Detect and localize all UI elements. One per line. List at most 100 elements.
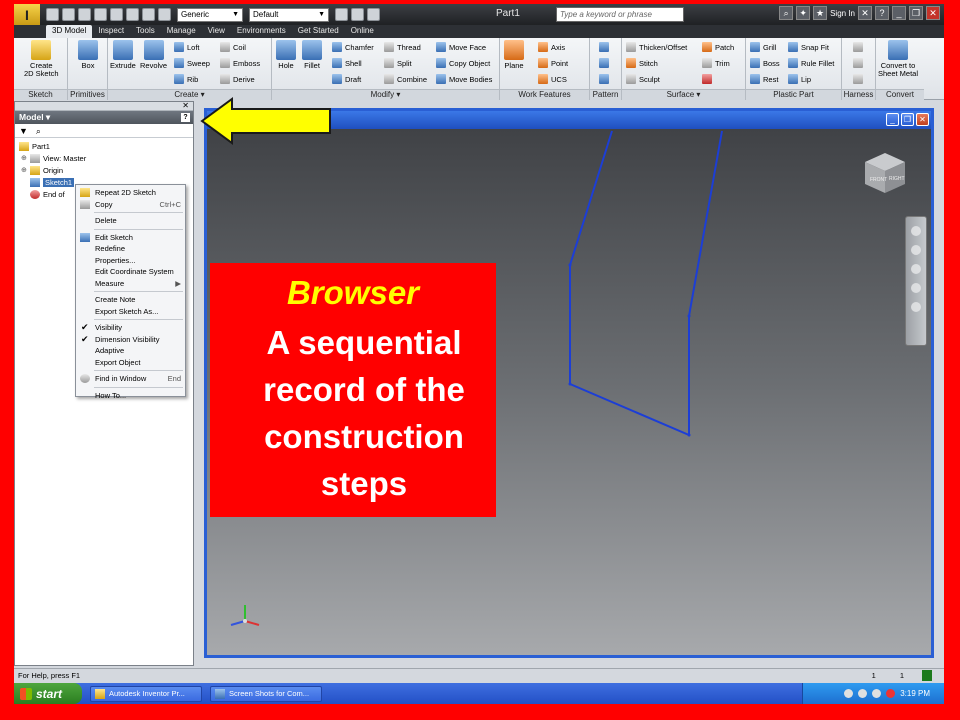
grill-button[interactable]: Grill bbox=[750, 42, 776, 52]
rule-fillet-button[interactable]: Rule Fillet bbox=[788, 58, 834, 68]
menu-item-properties[interactable]: Properties... bbox=[76, 255, 185, 267]
tab-get-started[interactable]: Get Started bbox=[292, 25, 345, 38]
pan-icon[interactable] bbox=[911, 245, 921, 255]
rectangular-pattern-button[interactable] bbox=[599, 42, 612, 52]
clock[interactable]: 3:19 PM bbox=[900, 689, 930, 698]
help-icon[interactable]: ? bbox=[181, 113, 190, 122]
clear-override-icon[interactable] bbox=[335, 8, 348, 21]
thread-button[interactable]: Thread bbox=[384, 42, 421, 52]
update-icon[interactable] bbox=[142, 8, 155, 21]
menu-item-dimension-visibility[interactable]: ✔ Dimension Visibility bbox=[76, 334, 185, 346]
filter-icon[interactable]: ▼ bbox=[19, 126, 28, 136]
derive-button[interactable]: Derive bbox=[220, 74, 255, 84]
menu-item-repeat-2d-sketch[interactable]: Repeat 2D Sketch bbox=[76, 187, 185, 199]
menu-item-copy[interactable]: Copy Ctrl+C bbox=[76, 199, 185, 211]
extrude-button[interactable]: Extrude bbox=[110, 40, 136, 70]
sketch-point[interactable] bbox=[568, 382, 572, 386]
point-button[interactable]: Point bbox=[538, 58, 568, 68]
surface-panel-label[interactable]: Surface ▾ bbox=[622, 89, 745, 100]
draft-button[interactable]: Draft bbox=[332, 74, 361, 84]
print-icon[interactable] bbox=[126, 8, 139, 21]
restore-button[interactable]: ❐ bbox=[909, 6, 923, 20]
steering-wheel-icon[interactable] bbox=[911, 226, 921, 236]
open-icon[interactable] bbox=[62, 8, 75, 21]
tree-item-part1[interactable]: Part1 bbox=[19, 140, 193, 152]
menu-item-create-note[interactable]: Create Note bbox=[76, 294, 185, 306]
menu-item-how-to[interactable]: How To... bbox=[76, 390, 185, 402]
application-menu-button[interactable]: I bbox=[14, 4, 40, 25]
thicken-offset-button[interactable]: Thicken/Offset bbox=[626, 42, 687, 52]
save-icon[interactable] bbox=[78, 8, 91, 21]
sketch-point[interactable] bbox=[687, 314, 691, 318]
network-tray-icon[interactable] bbox=[858, 689, 868, 698]
move-face-button[interactable]: Move Face bbox=[436, 42, 486, 52]
menu-item-edit-coordinate-system[interactable]: Edit Coordinate System bbox=[76, 266, 185, 278]
tab-environments[interactable]: Environments bbox=[231, 25, 292, 38]
tree-item-view-master[interactable]: ⊕ View: Master bbox=[19, 152, 193, 164]
help-tray-icon[interactable] bbox=[844, 689, 854, 698]
fx-parameters-icon[interactable] bbox=[351, 8, 364, 21]
help-search-input[interactable]: Type a keyword or phrase bbox=[556, 7, 684, 22]
menu-item-visibility[interactable]: ✔ Visibility bbox=[76, 322, 185, 334]
sweep-button[interactable]: Sweep bbox=[174, 58, 210, 68]
harness-button-3[interactable] bbox=[853, 74, 866, 84]
subscription-icon[interactable]: ✦ bbox=[796, 6, 811, 20]
trim-button[interactable]: Trim bbox=[702, 58, 730, 68]
taskbar-item-inventor[interactable]: Autodesk Inventor Pr... bbox=[90, 685, 202, 702]
mirror-button[interactable] bbox=[599, 74, 612, 84]
snap-fit-button[interactable]: Snap Fit bbox=[788, 42, 829, 52]
new-icon[interactable] bbox=[46, 8, 59, 21]
menu-item-edit-sketch[interactable]: Edit Sketch bbox=[76, 232, 185, 244]
taskbar-item-word[interactable]: Screen Shots for Com... bbox=[210, 685, 322, 702]
antivirus-tray-icon[interactable] bbox=[886, 689, 896, 698]
hole-button[interactable]: Hole bbox=[276, 40, 296, 70]
menu-item-redefine[interactable]: Redefine bbox=[76, 243, 185, 255]
combine-button[interactable]: Combine bbox=[384, 74, 427, 84]
select-icon[interactable] bbox=[158, 8, 171, 21]
volume-tray-icon[interactable] bbox=[872, 689, 882, 698]
emboss-button[interactable]: Emboss bbox=[220, 58, 260, 68]
rest-button[interactable]: Rest bbox=[750, 74, 778, 84]
minimize-button[interactable]: _ bbox=[892, 6, 906, 20]
expand-icon[interactable]: ⊕ bbox=[21, 154, 30, 162]
measure-icon[interactable] bbox=[367, 8, 380, 21]
axis-button[interactable]: Axis bbox=[538, 42, 565, 52]
search-icon[interactable]: ⌕ bbox=[779, 6, 794, 20]
redo-icon[interactable] bbox=[110, 8, 123, 21]
revolve-button[interactable]: Revolve bbox=[140, 40, 167, 70]
lip-button[interactable]: Lip bbox=[788, 74, 811, 84]
tab-manage[interactable]: Manage bbox=[161, 25, 202, 38]
expand-icon[interactable]: ⊕ bbox=[21, 166, 30, 174]
menu-item-adaptive[interactable]: Adaptive bbox=[76, 345, 185, 357]
stitch-button[interactable]: Stitch bbox=[626, 58, 658, 68]
menu-item-export-sketch-as[interactable]: Export Sketch As... bbox=[76, 306, 185, 318]
rib-button[interactable]: Rib bbox=[174, 74, 198, 84]
viewcube[interactable]: FRONT RIGHT bbox=[863, 151, 907, 195]
shell-button[interactable]: Shell bbox=[332, 58, 362, 68]
plane-button[interactable]: Plane bbox=[504, 40, 524, 70]
tab-view[interactable]: View bbox=[202, 25, 231, 38]
circular-pattern-button[interactable] bbox=[599, 58, 612, 68]
exchange-icon[interactable]: ✕ bbox=[858, 6, 872, 20]
undo-icon[interactable] bbox=[94, 8, 107, 21]
sculpt-button[interactable]: Sculpt bbox=[626, 74, 660, 84]
menu-item-export-object[interactable]: Export Object bbox=[76, 357, 185, 369]
appearance-dropdown[interactable]: Default ▼ bbox=[249, 7, 329, 22]
box-button[interactable]: Box bbox=[78, 40, 98, 70]
menu-item-measure[interactable]: Measure ▶ bbox=[76, 278, 185, 290]
zoom-icon[interactable] bbox=[911, 264, 921, 274]
close-icon[interactable]: ✕ bbox=[182, 101, 189, 110]
close-button[interactable]: ✕ bbox=[926, 6, 940, 20]
browser-header[interactable]: Model ▾ ? bbox=[15, 111, 193, 124]
delete-face-button[interactable] bbox=[702, 74, 715, 84]
sketch-point[interactable] bbox=[568, 263, 572, 267]
sketch-profile-line[interactable] bbox=[569, 130, 723, 437]
sketch-point[interactable] bbox=[687, 433, 691, 437]
create-2d-sketch-button[interactable]: Create 2D Sketch bbox=[24, 40, 59, 78]
tab-inspect[interactable]: Inspect bbox=[92, 25, 130, 38]
look-at-icon[interactable] bbox=[911, 302, 921, 312]
ucs-button[interactable]: UCS bbox=[538, 74, 567, 84]
copy-object-button[interactable]: Copy Object bbox=[436, 58, 490, 68]
split-button[interactable]: Split bbox=[384, 58, 412, 68]
boss-button[interactable]: Boss bbox=[750, 58, 780, 68]
